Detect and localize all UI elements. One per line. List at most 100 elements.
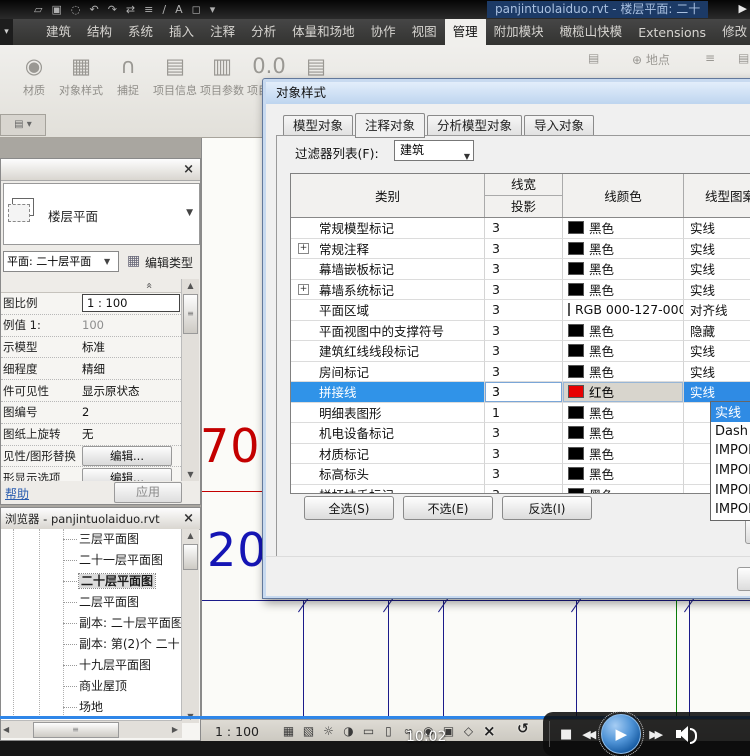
line-pattern-cell[interactable]: 隐藏: [684, 321, 750, 342]
browser-hscrollbar[interactable]: ◀ ≡ ▶: [1, 720, 182, 738]
select-all-button[interactable]: 全选(S): [304, 496, 394, 520]
browser-view-item[interactable]: 副本: 第(2)个 二十: [1, 634, 182, 655]
tab-architecture[interactable]: 建筑: [38, 19, 79, 45]
line-pattern-cell[interactable]: 实线: [684, 259, 750, 280]
sync-icon[interactable]: ◌: [71, 0, 81, 19]
view-scale[interactable]: 1 : 100: [215, 724, 259, 739]
line-weight-cell[interactable]: 3: [485, 300, 563, 321]
line-weight-cell[interactable]: 3: [485, 259, 563, 280]
object-style-row[interactable]: 常规模型标记 3 黑色 实线: [291, 218, 750, 239]
tab-annotate[interactable]: 注释: [202, 19, 243, 45]
line-weight-cell[interactable]: 3: [485, 382, 563, 403]
crop-view-icon[interactable]: ▭: [361, 724, 376, 738]
line-color-cell[interactable]: 黑色: [563, 485, 684, 495]
view-instance-combo[interactable]: 平面: 二十层平面: [3, 251, 119, 272]
collapse-panel-icon[interactable]: ▾: [0, 19, 13, 45]
tab-systems[interactable]: 系统: [120, 19, 161, 45]
fast-forward-button[interactable]: ▶▶: [649, 728, 660, 741]
line-color-cell[interactable]: 黑色: [563, 464, 684, 485]
browser-view-item[interactable]: 二十层平面图: [1, 571, 182, 592]
option-import-3[interactable]: IMPORT-3: [711, 461, 750, 481]
line-weight-cell[interactable]: 3: [485, 280, 563, 301]
line-weight-cell[interactable]: 1: [485, 403, 563, 424]
line-pattern-cell[interactable]: 实线: [684, 239, 750, 260]
scrollbar-thumb[interactable]: ≡: [183, 294, 198, 334]
shadows-icon[interactable]: ◑: [341, 724, 356, 738]
object-style-row[interactable]: 房间标记 3 黑色 实线: [291, 362, 750, 383]
line-color-cell[interactable]: 黑色: [563, 403, 684, 424]
chevron-down-icon[interactable]: ▼: [104, 257, 110, 266]
object-style-row[interactable]: 幕墙嵌板标记 3 黑色 实线: [291, 259, 750, 280]
browser-view-item[interactable]: 十九层平面图: [1, 655, 182, 676]
worksharing-display-icon[interactable]: ◇: [461, 724, 476, 738]
tab-modify[interactable]: 修改: [714, 19, 750, 45]
line-color-cell[interactable]: 黑色: [563, 259, 684, 280]
object-style-row[interactable]: + 常规注释 3 黑色 实线: [291, 239, 750, 260]
property-value[interactable]: 显示原状态: [80, 383, 183, 399]
tab-annotation-objects[interactable]: 注释对象: [355, 113, 425, 138]
tab-view[interactable]: 视图: [404, 19, 445, 45]
object-style-row[interactable]: 机电设备标记 3 黑色: [291, 423, 750, 444]
type-selector[interactable]: 楼层平面 ▼: [3, 183, 200, 245]
tab-imported-objects[interactable]: 导入对象: [524, 115, 594, 137]
rewind-button[interactable]: ◀◀: [582, 728, 593, 741]
line-weight-cell[interactable]: 3: [485, 321, 563, 342]
select-none-button[interactable]: 不选(E): [403, 496, 493, 520]
line-weight-cell[interactable]: 3: [485, 444, 563, 465]
browser-view-item[interactable]: 三层平面图: [1, 529, 182, 550]
tab-massing-site[interactable]: 体量和场地: [284, 19, 363, 45]
line-weight-cell[interactable]: 3: [485, 485, 563, 495]
browser-vscrollbar[interactable]: ▲ ▼: [181, 529, 199, 723]
partial-button[interactable]: [737, 567, 750, 591]
line-color-cell[interactable]: 红色: [563, 382, 684, 403]
shuffle-icon[interactable]: ×: [483, 722, 496, 740]
property-value[interactable]: 1 : 100: [80, 294, 183, 312]
line-color-cell[interactable]: RGB 000-127-000: [563, 300, 684, 321]
browser-view-item[interactable]: 场地: [1, 697, 182, 718]
line-color-cell[interactable]: 黑色: [563, 341, 684, 362]
volume-icon[interactable]: [676, 726, 698, 742]
property-value[interactable]: 精细: [80, 361, 183, 377]
scroll-up-icon[interactable]: ▲: [182, 529, 199, 542]
option-import-2[interactable]: IMPORT-2: [711, 441, 750, 461]
line-pattern-cell[interactable]: 实线: [684, 280, 750, 301]
tab-extensions[interactable]: Extensions: [630, 21, 714, 45]
object-style-row[interactable]: 平面区域 3 RGB 000-127-000 对齐线: [291, 300, 750, 321]
browser-view-item[interactable]: 副本: 二十层平面图: [1, 613, 182, 634]
scroll-up-icon[interactable]: ▲: [182, 279, 199, 292]
transfer-icon[interactable]: ⇄: [126, 0, 135, 19]
chevron-down-icon[interactable]: ▼: [186, 208, 193, 218]
browser-view-item[interactable]: 二十一层平面图: [1, 550, 182, 571]
tab-analyze[interactable]: 分析: [243, 19, 284, 45]
line-color-cell[interactable]: 黑色: [563, 280, 684, 301]
property-value[interactable]: 编辑...: [80, 468, 183, 481]
tab-analytical-objects[interactable]: 分析模型对象: [427, 115, 522, 137]
collapse-icon[interactable]: «: [143, 282, 156, 289]
property-value[interactable]: 无: [80, 426, 183, 442]
object-style-row[interactable]: 明细表图形 1 黑色: [291, 403, 750, 424]
line-pattern-cell[interactable]: 对齐线: [684, 300, 750, 321]
thin-lines-icon[interactable]: ≡: [144, 0, 153, 19]
materials-button[interactable]: ◉ 材质: [12, 48, 56, 97]
line-color-cell[interactable]: 黑色: [563, 218, 684, 239]
macros-icon[interactable]: ≡: [705, 51, 715, 65]
tab-ganlanshan[interactable]: 橄榄山快模: [552, 19, 631, 45]
snaps-button[interactable]: ∩ 捕捉: [106, 48, 150, 97]
repeat-icon[interactable]: ↺: [517, 721, 529, 737]
property-value[interactable]: 2: [80, 405, 183, 419]
text-icon[interactable]: A: [175, 0, 183, 19]
close-icon[interactable]: ×: [183, 163, 194, 176]
line-weight-cell[interactable]: 3: [485, 362, 563, 383]
object-style-row[interactable]: 栏杆扶手标记 3 黑色: [291, 485, 750, 495]
line-color-cell[interactable]: 黑色: [563, 239, 684, 260]
line-weight-cell[interactable]: 3: [485, 341, 563, 362]
save-icon[interactable]: ▣: [51, 0, 61, 19]
line-color-cell[interactable]: 黑色: [563, 362, 684, 383]
default-3d-view-icon[interactable]: ◻: [192, 0, 201, 19]
properties-scrollbar[interactable]: ▲ ≡ ▼: [181, 279, 199, 481]
tab-addins[interactable]: 附加模块: [486, 19, 552, 45]
project-parameters-button[interactable]: ▥ 项目参数: [200, 48, 244, 97]
scroll-left-icon[interactable]: ◀: [3, 725, 9, 734]
expand-icon[interactable]: +: [298, 284, 309, 295]
object-style-row[interactable]: 标高标头 3 黑色: [291, 464, 750, 485]
